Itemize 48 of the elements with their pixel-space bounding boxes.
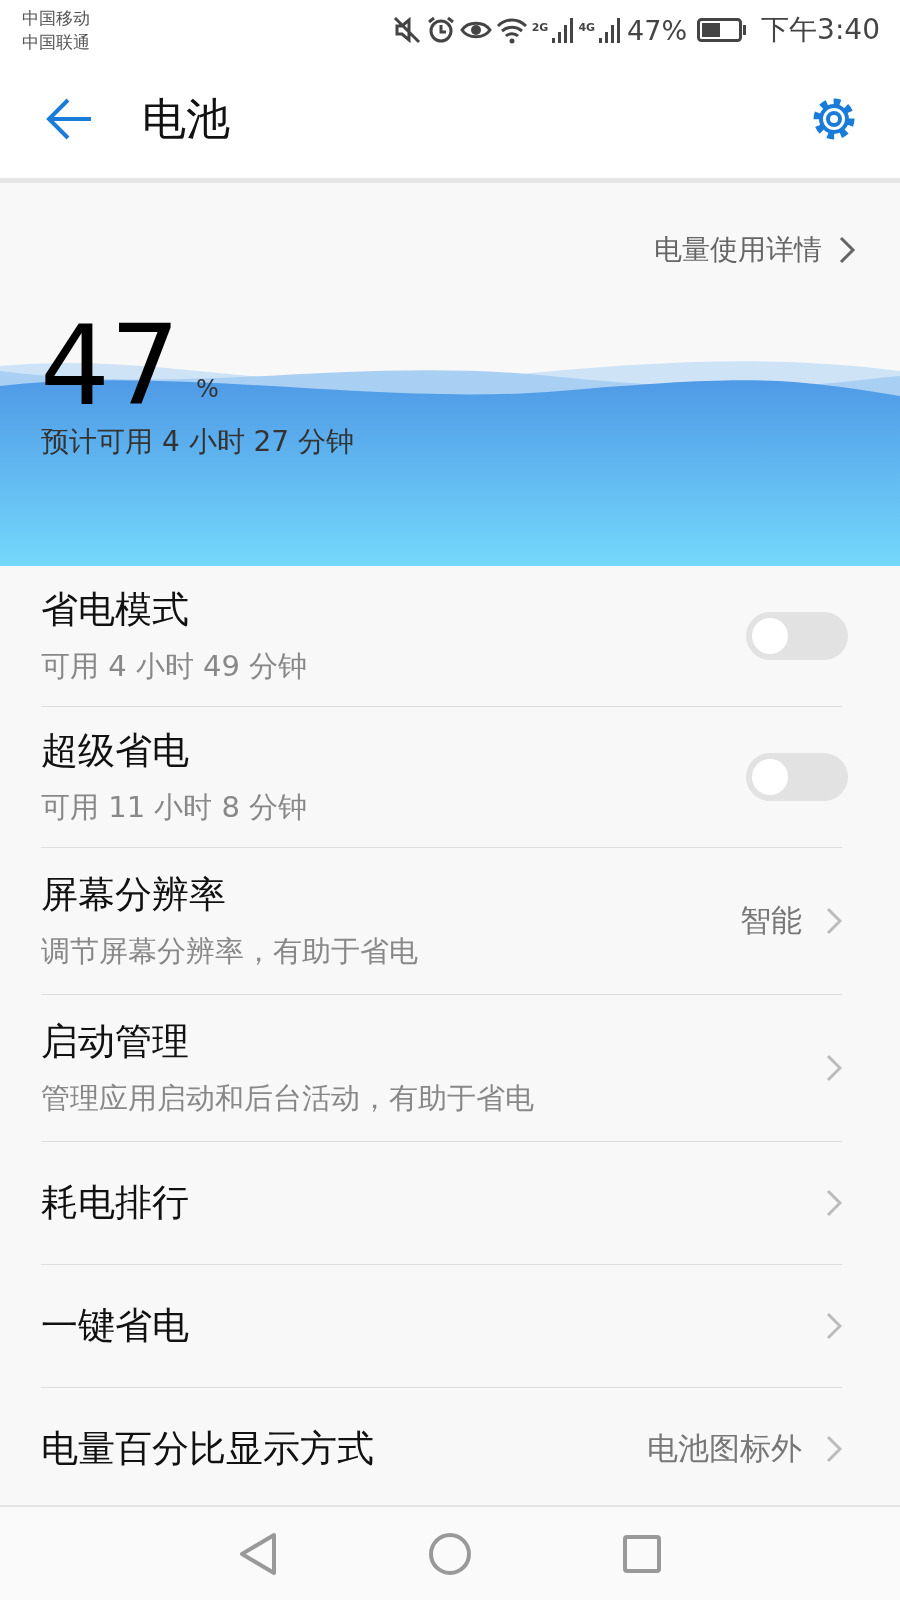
signal-icon — [552, 16, 575, 44]
settings-row[interactable]: 超级省电 可用 11 小时 8 分钟 — [41, 707, 842, 848]
chevron-icon — [826, 1435, 842, 1463]
recents-icon[interactable] — [622, 1533, 662, 1574]
time-estimate: 预计可用 4 小时 27 分钟 — [41, 424, 355, 460]
page-title: 电池 — [142, 91, 231, 146]
usage-details-link[interactable]: 电量使用详情 — [654, 231, 822, 269]
setting-description: 可用 11 小时 8 分钟 — [41, 789, 309, 826]
chevron-icon — [826, 1189, 842, 1217]
setting-title: 超级省电 — [41, 728, 190, 774]
mute-icon — [391, 15, 422, 45]
battery-percent: 47% — [627, 14, 688, 46]
toggle-switch[interactable] — [746, 612, 848, 660]
settings-row[interactable]: 屏幕分辨率 调节屏幕分辨率，有助于省电 智能 — [41, 848, 842, 995]
setting-title: 省电模式 — [41, 587, 190, 633]
home-icon[interactable] — [428, 1531, 472, 1576]
setting-description: 调节屏幕分辨率，有助于省电 — [41, 933, 419, 970]
chevron-icon — [826, 1312, 842, 1340]
back-icon[interactable] — [44, 97, 94, 141]
alarm-icon — [425, 15, 456, 45]
percent-unit: % — [196, 375, 219, 403]
clock: 下午3:40 — [761, 12, 880, 48]
carrier-name: 中国联通 — [22, 32, 90, 52]
battery-level: 47 — [40, 311, 180, 421]
setting-description: 管理应用启动和后台活动，有助于省电 — [41, 1080, 535, 1117]
battery-icon — [697, 17, 748, 43]
setting-title: 启动管理 — [41, 1019, 190, 1065]
settings-row[interactable]: 电量百分比显示方式 电池图标外 — [41, 1388, 842, 1505]
carrier-name: 中国移动 — [22, 8, 90, 28]
setting-value: 智能 — [740, 901, 802, 940]
signal-icon — [599, 16, 622, 44]
network-type: 4G — [578, 21, 596, 34]
back-icon[interactable] — [238, 1531, 278, 1576]
settings-row[interactable]: 耗电排行 — [41, 1142, 842, 1265]
network-type: 2G — [531, 21, 549, 34]
settings-row[interactable]: 一键省电 — [41, 1265, 842, 1388]
settings-row[interactable]: 省电模式 可用 4 小时 49 分钟 — [41, 566, 842, 707]
settings-row[interactable]: 启动管理 管理应用启动和后台活动，有助于省电 — [41, 995, 842, 1142]
setting-title: 电量百分比显示方式 — [41, 1426, 375, 1472]
chevron-icon — [838, 235, 856, 265]
setting-value: 电池图标外 — [647, 1429, 802, 1468]
setting-title: 耗电排行 — [41, 1180, 190, 1226]
chevron-icon — [826, 907, 842, 935]
chevron-icon — [826, 1054, 842, 1082]
setting-title: 屏幕分辨率 — [41, 872, 227, 918]
setting-title: 一键省电 — [41, 1303, 190, 1349]
toggle-switch[interactable] — [746, 753, 848, 801]
setting-description: 可用 4 小时 49 分钟 — [41, 648, 309, 685]
